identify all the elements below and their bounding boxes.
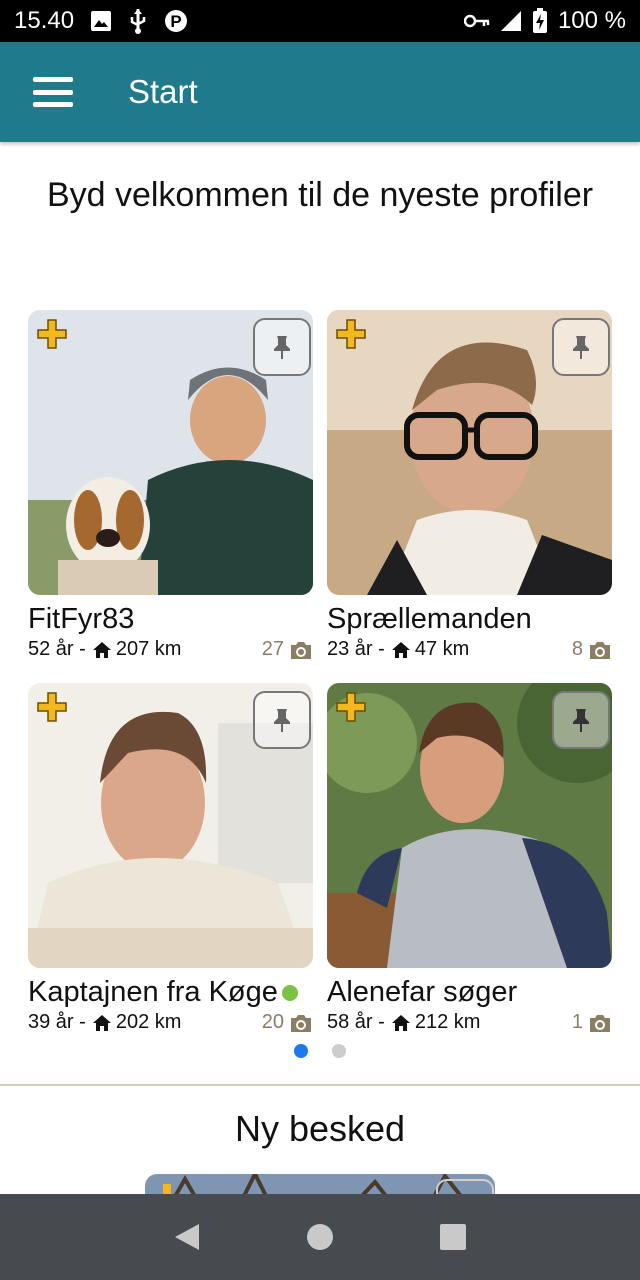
carousel-pager [0, 1044, 640, 1058]
photo-count: 20 [261, 1011, 284, 1033]
profile-name[interactable]: Sprællemanden [327, 603, 532, 636]
meta-separator: - [378, 638, 385, 660]
pin-icon [573, 709, 589, 732]
plus-icon[interactable] [335, 691, 367, 723]
profile-name[interactable]: Alenefar søger [327, 976, 517, 1009]
battery-charging-icon [532, 8, 548, 34]
pin-icon [274, 336, 290, 359]
camera-icon [590, 641, 610, 659]
profile-distance: 202 km [115, 1011, 182, 1033]
plus-icon[interactable] [36, 318, 68, 350]
camera-icon [291, 641, 311, 659]
profile-card[interactable]: Alenefar søger 58 år - 212 km 1 [327, 683, 612, 1034]
profile-meta: 52 år - 207 km 27 [28, 638, 313, 661]
recents-icon [440, 1224, 467, 1250]
profile-distance: 207 km [115, 638, 182, 660]
plus-icon[interactable] [36, 691, 68, 723]
status-time: 15.40 [14, 7, 75, 34]
pin-button[interactable] [552, 318, 610, 376]
profile-distance: 212 km [414, 1011, 481, 1033]
profile-photo[interactable] [327, 310, 612, 595]
home-icon [391, 1014, 411, 1032]
status-bar: 15.40 P 100 % [0, 0, 640, 42]
profile-photo[interactable] [28, 683, 313, 968]
profile-age: 39 år [28, 1011, 74, 1033]
photo-count: 8 [571, 638, 583, 660]
usb-icon [128, 8, 148, 34]
back-icon [174, 1224, 199, 1250]
online-indicator [281, 984, 298, 1001]
image-icon [90, 10, 112, 32]
home-icon [92, 1014, 112, 1032]
signal-icon [500, 10, 522, 32]
photo-count: 27 [261, 638, 284, 660]
profile-name[interactable]: Kaptajnen fra Køge [28, 976, 278, 1009]
camera-icon [590, 1014, 610, 1032]
profile-meta: 58 år - 212 km 1 [327, 1011, 612, 1034]
pin-button[interactable] [253, 318, 311, 376]
pager-dot[interactable] [332, 1044, 346, 1058]
app-bar: Start [0, 42, 640, 142]
svg-text:P: P [170, 12, 181, 31]
pin-button[interactable] [253, 691, 311, 749]
profile-card[interactable]: Kaptajnen fra Køge 39 år - 202 km 20 [28, 683, 313, 1034]
profile-age: 23 år [327, 638, 373, 660]
pin-icon [274, 709, 290, 732]
key-icon [463, 13, 490, 29]
profile-photo[interactable] [327, 683, 612, 968]
camera-icon [291, 1014, 311, 1032]
meta-separator: - [79, 1011, 86, 1033]
profile-age: 58 år [327, 1011, 373, 1033]
parking-icon: P [164, 9, 188, 33]
plus-icon[interactable] [335, 318, 367, 350]
profile-meta: 39 år - 202 km 20 [28, 1011, 313, 1034]
welcome-title: Byd velkommen til de nyeste profiler [46, 176, 594, 214]
pin-icon [573, 336, 589, 359]
main-content[interactable]: Byd velkommen til de nyeste profiler Fit… [0, 142, 640, 1194]
new-message-title: Ny besked [234, 1108, 406, 1149]
battery-percent: 100 % [557, 7, 626, 34]
profile-card[interactable]: Sprællemanden 23 år - 47 km 8 [327, 310, 612, 661]
recents-button[interactable] [423, 1207, 483, 1267]
meta-separator: - [378, 1011, 385, 1033]
back-button[interactable] [157, 1207, 217, 1267]
profile-name[interactable]: FitFyr83 [28, 603, 134, 636]
page-title: Start [128, 73, 198, 110]
home-icon [391, 641, 411, 659]
section-divider [0, 1084, 640, 1086]
system-nav-bar [0, 1194, 640, 1280]
home-icon [92, 641, 112, 659]
profile-card[interactable]: FitFyr83 52 år - 207 km 27 [28, 310, 313, 661]
profile-photo[interactable] [28, 310, 313, 595]
profile-meta: 23 år - 47 km 8 [327, 638, 612, 661]
profile-age: 52 år [28, 638, 74, 660]
pager-dot-active[interactable] [294, 1044, 308, 1058]
profile-distance: 47 km [414, 638, 470, 660]
photo-count: 1 [571, 1011, 583, 1033]
pin-button[interactable] [552, 691, 610, 749]
home-circle-icon [306, 1224, 333, 1250]
menu-icon[interactable] [33, 77, 73, 107]
meta-separator: - [79, 638, 86, 660]
home-button[interactable] [290, 1207, 350, 1267]
message-preview-photo[interactable] [145, 1174, 495, 1194]
